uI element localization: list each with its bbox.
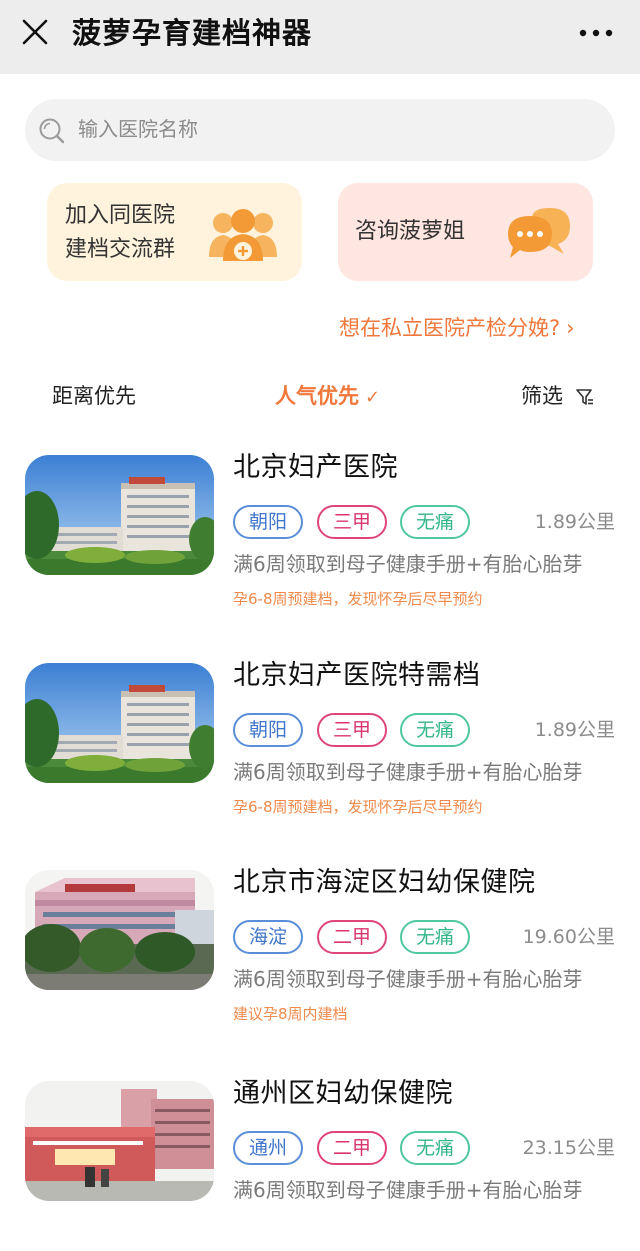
hospital-distance: 19.60公里 [522,926,615,948]
check-icon: ✓ [365,387,381,408]
hospital-name: 北京市海淀区妇幼保健院 [233,867,536,898]
consult-label: 咨询菠萝姐 [355,219,466,244]
hospital-distance: 1.89公里 [534,511,615,533]
painless-tag: 无痛 [400,713,470,747]
chat-bubbles-icon [508,208,570,258]
hospital-requirement: 满6周领取到母子健康手册+有胎心胎芽 [233,552,583,576]
chevron-right-icon: › [566,316,575,340]
district-tag: 朝阳 [233,713,303,747]
top-bar: 菠萝孕育建档神器 [0,0,640,74]
hospital-item[interactable]: 北京妇产医院特需档 朝阳 三甲 无痛 1.89公里 满6周领取到母子健康手册+有… [0,660,640,833]
join-group-card[interactable]: 加入同医院 建档交流群 [47,183,302,281]
district-tag: 通州 [233,1131,303,1165]
hospital-item[interactable]: 北京市海淀区妇幼保健院 海淀 二甲 无痛 19.60公里 满6周领取到母子健康手… [0,867,640,1040]
hospital-name: 通州区妇幼保健院 [233,1078,453,1109]
filter-icon [575,389,593,405]
hospital-tip: 建议孕8周内建档 [233,1005,348,1023]
hospital-item[interactable]: 通州区妇幼保健院 通州 二甲 无痛 23.15公里 满6周领取到母子健康手册+有… [0,1078,640,1251]
join-group-line1: 加入同医院 [65,203,176,228]
sort-distance-tab[interactable]: 距离优先 [52,378,136,414]
sort-popular-tab[interactable]: 人气优先 ✓ [275,378,380,416]
painless-tag: 无痛 [400,920,470,954]
hospital-distance: 1.89公里 [534,719,615,741]
hospital-name: 北京妇产医院特需档 [233,660,481,691]
district-tag: 朝阳 [233,505,303,539]
hospital-photo [25,455,214,575]
level-tag: 三甲 [317,713,387,747]
level-tag: 三甲 [317,505,387,539]
sort-bar: 距离优先 人气优先 ✓ 筛选 [0,378,640,414]
close-icon[interactable] [20,17,50,47]
hospital-distance: 23.15公里 [522,1137,615,1159]
search-placeholder: 输入医院名称 [78,117,198,141]
search-icon [39,118,65,144]
filter-label: 筛选 [521,384,563,408]
hospital-requirement: 满6周领取到母子健康手册+有胎心胎芽 [233,760,583,784]
hospital-tip: 孕6-8周预建档，发现怀孕后尽早预约 [233,590,483,608]
page-title: 菠萝孕育建档神器 [72,16,313,50]
sort-popular-label: 人气优先 [275,384,359,408]
painless-tag: 无痛 [400,1131,470,1165]
hospital-tip: 孕6-8周预建档，发现怀孕后尽早预约 [233,798,483,816]
hospital-requirement: 满6周领取到母子健康手册+有胎心胎芽 [233,967,583,991]
join-group-line2: 建档交流群 [65,237,176,262]
hospital-requirement: 满6周领取到母子健康手册+有胎心胎芽 [233,1178,583,1202]
hospital-photo [25,870,214,990]
level-tag: 二甲 [317,920,387,954]
district-tag: 海淀 [233,920,303,954]
search-input[interactable]: 输入医院名称 [25,99,615,161]
filter-button[interactable]: 筛选 [521,378,594,414]
consult-card[interactable]: 咨询菠萝姐 [338,183,593,281]
private-hospital-link[interactable]: 想在私立医院产检分娩? › [339,313,575,343]
join-group-text: 加入同医院 建档交流群 [65,199,175,267]
group-add-icon [209,209,277,261]
hospital-photo [25,663,214,783]
private-hospital-link-text: 想在私立医院产检分娩? [339,316,561,340]
more-icon[interactable] [578,23,618,43]
hospital-photo [25,1081,214,1201]
level-tag: 二甲 [317,1131,387,1165]
hospital-name: 北京妇产医院 [233,452,398,483]
painless-tag: 无痛 [400,505,470,539]
hospital-item[interactable]: 北京妇产医院 朝阳 三甲 无痛 1.89公里 满6周领取到母子健康手册+有胎心胎… [0,452,640,625]
